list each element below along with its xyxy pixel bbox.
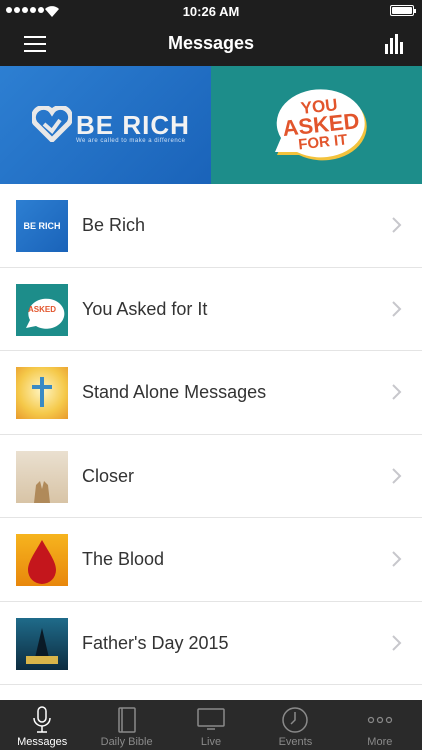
thumbnail-text: BE RICH [23,221,61,231]
list-item-fathers-day-2015[interactable]: Father's Day 2015 [0,602,422,685]
tab-events[interactable]: Events [253,700,337,750]
tab-more[interactable]: More [338,700,422,750]
featured-banners: BE RICH We are called to make a differen… [0,66,422,184]
more-icon [367,716,392,724]
book-icon [117,707,136,733]
be-rich-banner[interactable]: BE RICH We are called to make a differen… [0,66,211,184]
page-title: Messages [167,33,255,53]
you-asked-for-it-thumbnail: ASKED [16,283,68,336]
svg-text:ASKED: ASKED [28,305,56,314]
tab-label: Messages [17,736,68,748]
tab-label: Events [278,736,313,748]
chevron-right-icon [392,217,402,233]
tab-daily-bible[interactable]: Daily Bible [84,700,168,750]
the-blood-thumbnail [16,534,68,586]
list-item-closer[interactable]: Closer [0,435,422,518]
list-item-label: Father's Day 2015 [82,632,229,653]
list-item-the-blood[interactable]: The Blood [0,518,422,602]
chevron-right-icon [392,300,402,317]
bar-chart-icon[interactable] [384,34,406,54]
chevron-right-icon [392,634,402,651]
list-item-label: You Asked for It [82,298,208,319]
tab-label: Live [200,736,222,748]
hands-icon [34,480,50,503]
stand-alone-messages-thumbnail [16,367,68,419]
be-rich-banner-title: BE RICH [76,110,190,140]
list-item-stand-alone-messages[interactable]: Stand Alone Messages [0,351,422,435]
heart-logo-icon [32,106,72,142]
list-item-label: The Blood [82,549,165,569]
you-asked-for-it-banner-text: YOU ASKED FOR IT [268,93,373,157]
list-item-label: Closer [82,465,135,486]
chevron-right-icon [392,467,402,484]
clock-icon [282,707,309,733]
status-bar: 10:26 AM [0,0,422,22]
navigation-bar: Messages [0,22,422,66]
microphone-icon [33,706,51,733]
speech-bubble-icon: ASKED [26,298,65,329]
tab-label: More [367,736,393,748]
closer-thumbnail [16,450,68,503]
series-list: BE RICH Be Rich ASKED You Asked for It S… [0,184,422,700]
tab-label: Daily Bible [100,736,153,748]
list-item-label: Stand Alone Messages [82,382,267,402]
tab-bar: Messages Daily Bible Live Events More [0,700,422,750]
tab-messages[interactable]: Messages [0,700,84,750]
tab-live[interactable]: Live [169,700,253,750]
status-time: 10:26 AM [182,4,240,19]
fathers-day-2015-thumbnail [16,617,68,670]
be-rich-banner-tagline: We are called to make a difference [76,138,186,144]
list-item-be-rich[interactable]: BE RICH Be Rich [0,184,422,268]
cross-icon [32,377,52,407]
chevron-right-icon [392,551,402,567]
be-rich-thumbnail: BE RICH [16,200,68,252]
figure-icon [26,627,58,664]
battery-icon [390,5,416,16]
list-item-label: Be Rich [82,215,146,235]
list-item-you-asked-for-it[interactable]: ASKED You Asked for It [0,268,422,351]
blood-drop-icon [28,540,56,584]
you-asked-for-it-banner[interactable]: YOU ASKED FOR IT [211,66,422,184]
chevron-right-icon [392,384,402,400]
tv-icon [197,708,225,730]
